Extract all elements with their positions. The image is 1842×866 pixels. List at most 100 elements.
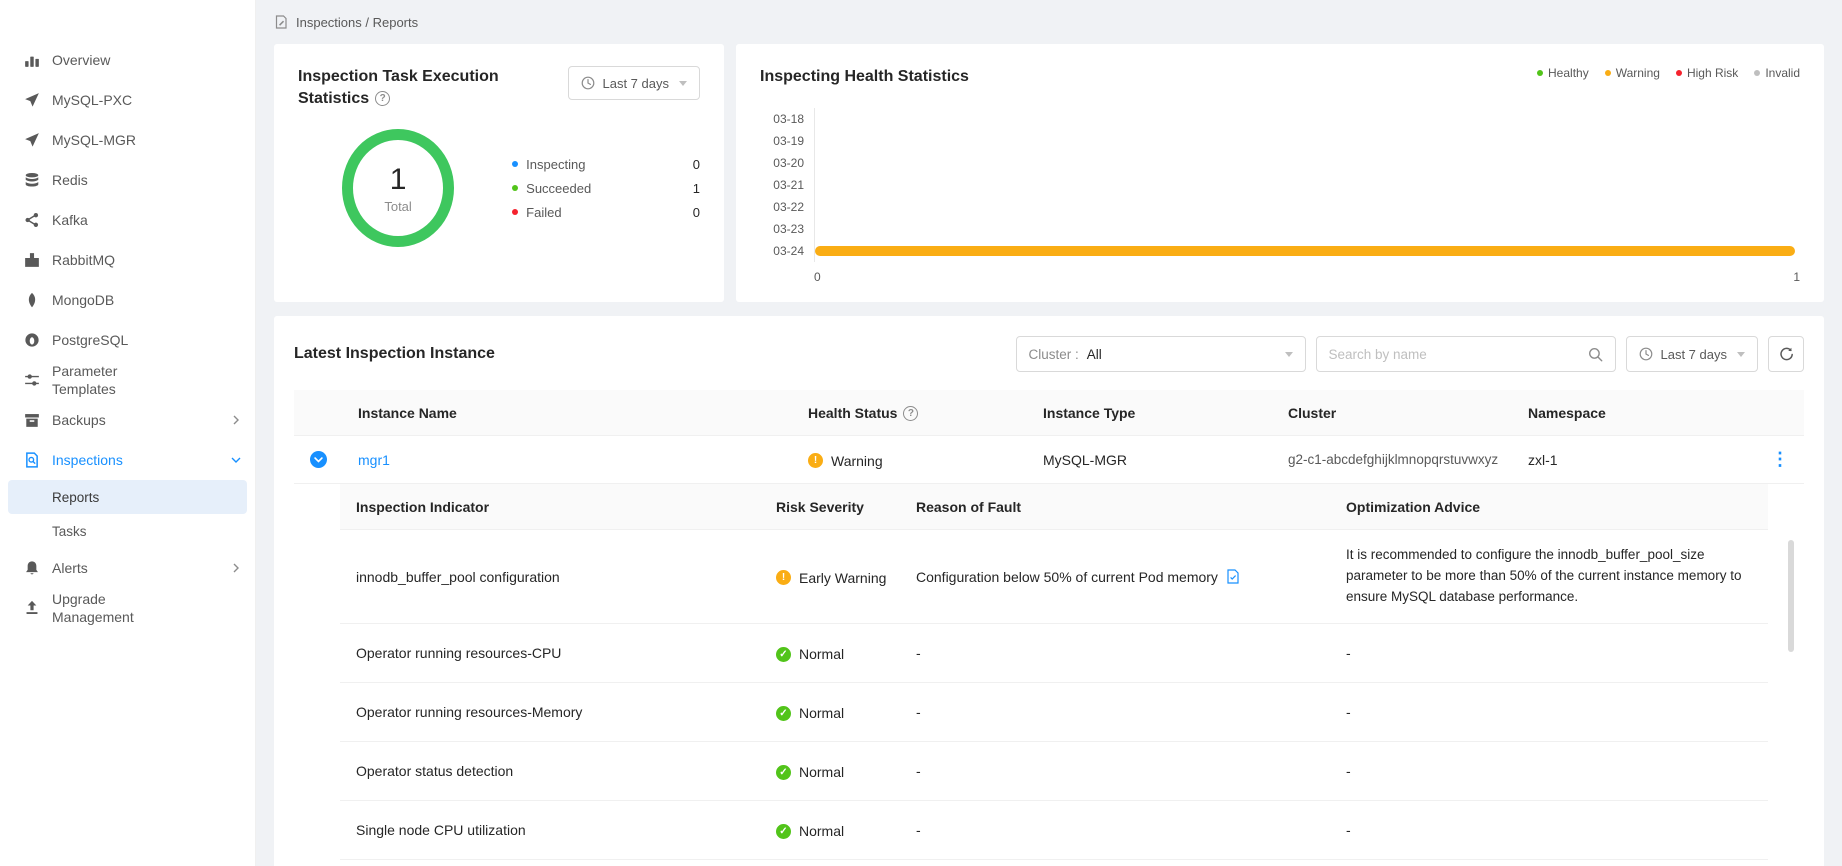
sidebar-item-mysql-mgr[interactable]: MySQL-MGR [0, 120, 255, 160]
search-input[interactable] [1329, 347, 1580, 362]
check-icon [776, 647, 791, 662]
severity-badge: Normal [776, 646, 844, 662]
reason-value: - [900, 704, 1330, 720]
refresh-button[interactable] [1768, 336, 1804, 372]
task-time-filter-value: Last 7 days [603, 76, 670, 91]
leaf-icon [24, 292, 40, 308]
namespace-value: zxl-1 [1512, 452, 1756, 468]
advice-value: It is recommended to configure the innod… [1330, 533, 1768, 620]
task-time-filter-select[interactable]: Last 7 days [568, 66, 701, 100]
sidebar-item-label: Alerts [52, 559, 88, 577]
detail-scrollbar-thumb[interactable] [1788, 540, 1794, 652]
cluster-filter-select[interactable]: Cluster : All [1016, 336, 1306, 372]
severity-badge: Early Warning [776, 570, 886, 586]
help-icon[interactable] [903, 406, 918, 421]
search-box [1316, 336, 1616, 372]
chevron-down-icon [231, 455, 241, 465]
instance-time-filter-value: Last 7 days [1661, 347, 1728, 362]
sidebar-item-reports[interactable]: Reports [8, 480, 247, 514]
legend-item-high-risk[interactable]: High Risk [1676, 66, 1738, 80]
detail-table-header: Inspection Indicator Risk Severity Reaso… [340, 484, 1768, 530]
report-detail-icon[interactable] [1226, 569, 1240, 584]
col-reason-of-fault: Reason of Fault [900, 499, 1330, 515]
col-risk-severity: Risk Severity [760, 499, 900, 515]
sidebar-item-kafka[interactable]: Kafka [0, 200, 255, 240]
task-legend: Inspecting 0 Succeeded 1 Failed 0 [512, 152, 700, 224]
search-icon[interactable] [1588, 347, 1603, 362]
legend-dot-icon [1754, 70, 1760, 76]
chevron-right-icon [231, 415, 241, 425]
send-icon [24, 92, 40, 108]
warning-icon [776, 570, 791, 585]
sidebar-subitem-label: Reports [52, 490, 99, 505]
task-stats-card: Inspection Task Execution Statistics Las… [274, 44, 724, 302]
refresh-icon [1779, 347, 1794, 362]
sidebar-item-label: MySQL-MGR [52, 131, 136, 149]
instance-name-link[interactable]: mgr1 [358, 452, 390, 468]
chart-x-axis: 0 1 [814, 270, 1800, 284]
reason-value: - [900, 763, 1330, 779]
legend-dot-icon [1605, 70, 1611, 76]
postgresql-icon [24, 332, 40, 348]
check-icon [776, 824, 791, 839]
sidebar-item-parameter-templates[interactable]: Parameter Templates [0, 360, 255, 400]
legend-item-healthy[interactable]: Healthy [1537, 66, 1589, 80]
sidebar-item-tasks[interactable]: Tasks [8, 514, 247, 548]
advice-value: - [1330, 704, 1768, 720]
sidebar-item-alerts[interactable]: Alerts [0, 548, 255, 588]
sidebar-item-label: Kafka [52, 211, 88, 229]
legend-dot-icon [512, 161, 518, 167]
caret-down-icon [1285, 352, 1293, 357]
health-stats-card: Inspecting Health Statistics Healthy War… [736, 44, 1824, 302]
donut-total-value: 1 [390, 163, 407, 196]
legend-value: 0 [693, 205, 700, 220]
bar-chart-icon [24, 52, 40, 68]
sidebar-item-inspections[interactable]: Inspections [0, 440, 255, 480]
sidebar-item-label: Overview [52, 51, 110, 69]
upgrade-arrow-icon [24, 600, 40, 616]
warning-bar-03-24 [815, 246, 1795, 256]
sidebar-item-label: MySQL-PXC [52, 91, 132, 109]
sidebar-item-redis[interactable]: Redis [0, 160, 255, 200]
chart-plot-area [814, 108, 1800, 262]
legend-value: 0 [693, 157, 700, 172]
clock-icon [581, 76, 595, 90]
legend-item-inspecting[interactable]: Inspecting 0 [512, 152, 700, 176]
total-donut: 1 Total [342, 129, 454, 247]
collapse-row-button[interactable] [310, 451, 327, 468]
legend-item-warning[interactable]: Warning [1605, 66, 1660, 80]
sidebar-item-postgresql[interactable]: PostgreSQL [0, 320, 255, 360]
detail-row: Operator status detection Normal - - [340, 742, 1768, 801]
instance-time-filter-select[interactable]: Last 7 days [1626, 336, 1759, 372]
row-actions-menu-icon[interactable] [1756, 449, 1804, 470]
sidebar-item-mysql-pxc[interactable]: MySQL-PXC [0, 80, 255, 120]
sidebar: Overview MySQL-PXC MySQL-MGR Redis Kafka… [0, 0, 256, 866]
legend-item-succeeded[interactable]: Succeeded 1 [512, 176, 700, 200]
app-root: Overview MySQL-PXC MySQL-MGR Redis Kafka… [0, 0, 1842, 866]
inspection-doc-icon [24, 452, 40, 468]
cluster-value: g2-c1-abcdefghijklmnopqrstuvwxyz [1272, 452, 1512, 467]
sidebar-item-label: Backups [52, 411, 106, 429]
severity-badge: Normal [776, 823, 844, 839]
indicator-value: Operator running resources-CPU [340, 645, 760, 661]
breadcrumb-path: Inspections / Reports [296, 15, 418, 30]
legend-item-failed[interactable]: Failed 0 [512, 200, 700, 224]
detail-row: innodb_buffer_pool configuration Early W… [340, 530, 1768, 624]
advice-value: - [1330, 645, 1768, 661]
sidebar-item-backups[interactable]: Backups [0, 400, 255, 440]
indicator-value: Single node CPU utilization [340, 822, 760, 838]
health-stats-title: Inspecting Health Statistics [760, 66, 969, 88]
col-namespace: Namespace [1512, 405, 1756, 421]
sidebar-item-overview[interactable]: Overview [0, 40, 255, 80]
sidebar-item-upgrade-management[interactable]: Upgrade Management [0, 588, 255, 628]
legend-dot-icon [512, 185, 518, 191]
sidebar-item-rabbitmq[interactable]: RabbitMQ [0, 240, 255, 280]
archive-icon [24, 412, 40, 428]
task-stats-title: Inspection Task Execution Statistics [298, 66, 518, 109]
donut-total-label: Total [384, 199, 411, 214]
sidebar-item-mongodb[interactable]: MongoDB [0, 280, 255, 320]
sliders-icon [24, 372, 40, 388]
legend-item-invalid[interactable]: Invalid [1754, 66, 1800, 80]
help-icon[interactable] [375, 91, 390, 106]
main-content: Inspections / Reports Inspection Task Ex… [256, 0, 1842, 866]
